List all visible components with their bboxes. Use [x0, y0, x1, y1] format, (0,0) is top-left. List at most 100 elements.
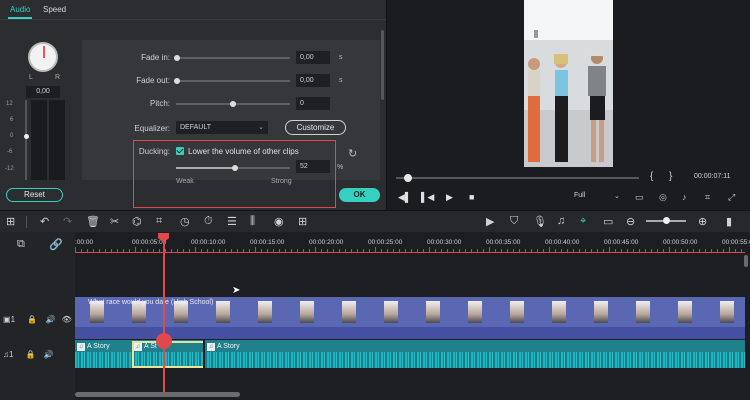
level-meter-left	[31, 100, 47, 180]
add-track-icon[interactable]: ⧉	[17, 238, 25, 251]
timeline-hscrollbar[interactable]	[75, 392, 240, 397]
zoom-slider-thumb[interactable]	[663, 217, 670, 224]
video-thumbnail	[384, 301, 398, 323]
frame-back-icon[interactable]: ▌◀	[421, 192, 434, 203]
preview-scrubber[interactable]	[396, 177, 639, 179]
mark-out-button[interactable]: }	[669, 171, 672, 182]
fade-in-unit: s	[339, 54, 343, 61]
fade-out-field[interactable]: 0,00	[296, 74, 330, 87]
redo-icon[interactable]: ↷	[63, 215, 72, 228]
audio-track-number: 1	[9, 350, 14, 359]
zoom-in-icon[interactable]: ⊕	[698, 215, 707, 228]
mute-icon[interactable]: 🔊	[45, 315, 55, 324]
mark-in-button[interactable]: {	[650, 171, 653, 182]
volume-value[interactable]: 0,00	[26, 86, 60, 98]
fade-in-thumb[interactable]	[174, 55, 180, 61]
stop-icon[interactable]: ■	[469, 192, 474, 202]
snap-icon[interactable]: ⌖	[580, 215, 586, 228]
fade-out-label: Fade out:	[136, 76, 170, 85]
marker-icon[interactable]: ⛉	[510, 215, 518, 228]
crop-icon[interactable]: ⌗	[705, 192, 710, 203]
volume-slider-track[interactable]	[25, 100, 27, 180]
mic-icon[interactable]: 🎙	[533, 215, 547, 228]
adjust-icon[interactable]: ☰	[227, 215, 237, 228]
cut-icon[interactable]: ✂	[110, 215, 119, 228]
video-thumbnail	[510, 301, 524, 323]
playhead-marker[interactable]	[156, 333, 172, 349]
audio-clip-icon: ♫	[207, 343, 215, 351]
step-back-icon[interactable]: ◀▌	[398, 192, 411, 203]
lock-icon[interactable]: 🔒	[27, 315, 37, 324]
ducking-checkbox[interactable]	[176, 147, 184, 155]
lock-icon[interactable]: 🔒	[26, 350, 36, 359]
audio-mix-icon[interactable]: ⫼	[250, 215, 255, 228]
reset-button[interactable]: Reset	[6, 188, 63, 202]
clip-split-line	[203, 340, 205, 368]
pitch-label: Pitch:	[149, 99, 170, 108]
music-list-icon[interactable]: ♫	[557, 215, 565, 227]
mute-icon[interactable]: 🔊	[44, 350, 54, 359]
panel-scrollbar[interactable]	[381, 30, 384, 100]
volume-slider-thumb[interactable]	[24, 134, 29, 139]
video-thumbnail	[216, 301, 230, 323]
fade-out-slider[interactable]	[176, 80, 290, 82]
timer-icon[interactable]: ⏱	[204, 215, 213, 228]
link-icon[interactable]: 🔗	[49, 238, 63, 251]
camera-icon[interactable]: ◎	[659, 192, 667, 203]
timeline-vscrollbar[interactable]	[744, 255, 748, 267]
export-icon[interactable]: ⊞	[298, 215, 307, 228]
quality-select[interactable]: Full ⌄	[574, 192, 620, 200]
ducking-field[interactable]: 52	[296, 160, 330, 173]
ducking-thumb[interactable]	[232, 165, 238, 171]
fade-in-slider[interactable]	[176, 57, 290, 59]
layout-icon[interactable]: ⊞	[6, 215, 15, 228]
zoom-out-icon[interactable]: ⊖	[626, 215, 635, 228]
meter-scale-12: 12	[6, 101, 13, 107]
playhead-line[interactable]	[163, 234, 165, 392]
customize-button[interactable]: Customize	[285, 120, 346, 135]
panel-tabs: Audio Speed	[0, 0, 386, 20]
volume-icon[interactable]: ♪	[682, 192, 687, 202]
undo-icon[interactable]: ↶	[40, 215, 49, 228]
ruler-label: :00:00	[75, 239, 94, 246]
fade-out-thumb[interactable]	[174, 78, 180, 84]
knob-right-label: R	[55, 74, 61, 81]
tab-speed[interactable]: Speed	[43, 5, 66, 14]
ducking-unit: %	[337, 164, 344, 171]
tab-audio[interactable]: Audio	[10, 5, 30, 14]
timeline-ruler[interactable]: :00:00 00:00:05:00 00:00:10:00 00:00:15:00 0…	[75, 234, 750, 252]
video-thumbnail	[720, 301, 734, 323]
ruler-label: 00:00:15:00	[250, 239, 285, 246]
video-track-number: 1	[10, 315, 16, 324]
ruler-label: 00:00:25:00	[368, 239, 403, 246]
video-thumbnail	[594, 301, 608, 323]
speed-icon[interactable]: ◷	[180, 215, 190, 228]
monitor-icon[interactable]: ▭	[635, 192, 644, 203]
fade-in-field[interactable]: 0,00	[296, 51, 330, 64]
ruler-label: 00:00:55:00	[722, 239, 750, 246]
render-icon[interactable]: ▶	[486, 215, 494, 228]
video-thumbnail	[342, 301, 356, 323]
knob-left-label: L	[29, 74, 33, 81]
pitch-thumb[interactable]	[230, 101, 236, 107]
audio-clip-label: ♫ A Story	[207, 343, 240, 351]
color-icon[interactable]: ◉	[274, 215, 284, 228]
video-thumbnail	[258, 301, 272, 323]
audio-settings-panel: Audio Speed L R 0,00 12 6 0 -6 -12 Fade …	[0, 0, 386, 210]
delete-icon[interactable]: 🗑	[86, 215, 100, 228]
panel-toggle-icon[interactable]: ▮	[726, 215, 732, 228]
play-icon[interactable]: ▶	[446, 192, 453, 203]
volume-knob[interactable]	[28, 42, 58, 72]
equalizer-select[interactable]: DEFAULT ⌄	[176, 121, 268, 134]
crop-tool-icon[interactable]: ⌗	[156, 215, 162, 228]
fade-in-label: Fade in:	[141, 53, 170, 62]
tag-icon[interactable]: ⌬	[132, 215, 142, 228]
reset-ducking-icon[interactable]: ↻	[348, 147, 357, 160]
tab-active-indicator	[8, 17, 32, 19]
eye-icon[interactable]: 👁	[62, 315, 72, 324]
fullscreen-icon[interactable]: ⤢	[728, 192, 735, 203]
video-thumbnail	[468, 301, 482, 323]
ok-button[interactable]: OK	[339, 188, 380, 202]
pitch-field[interactable]: 0	[296, 97, 330, 110]
split-screen-icon[interactable]: ▭	[603, 215, 613, 228]
